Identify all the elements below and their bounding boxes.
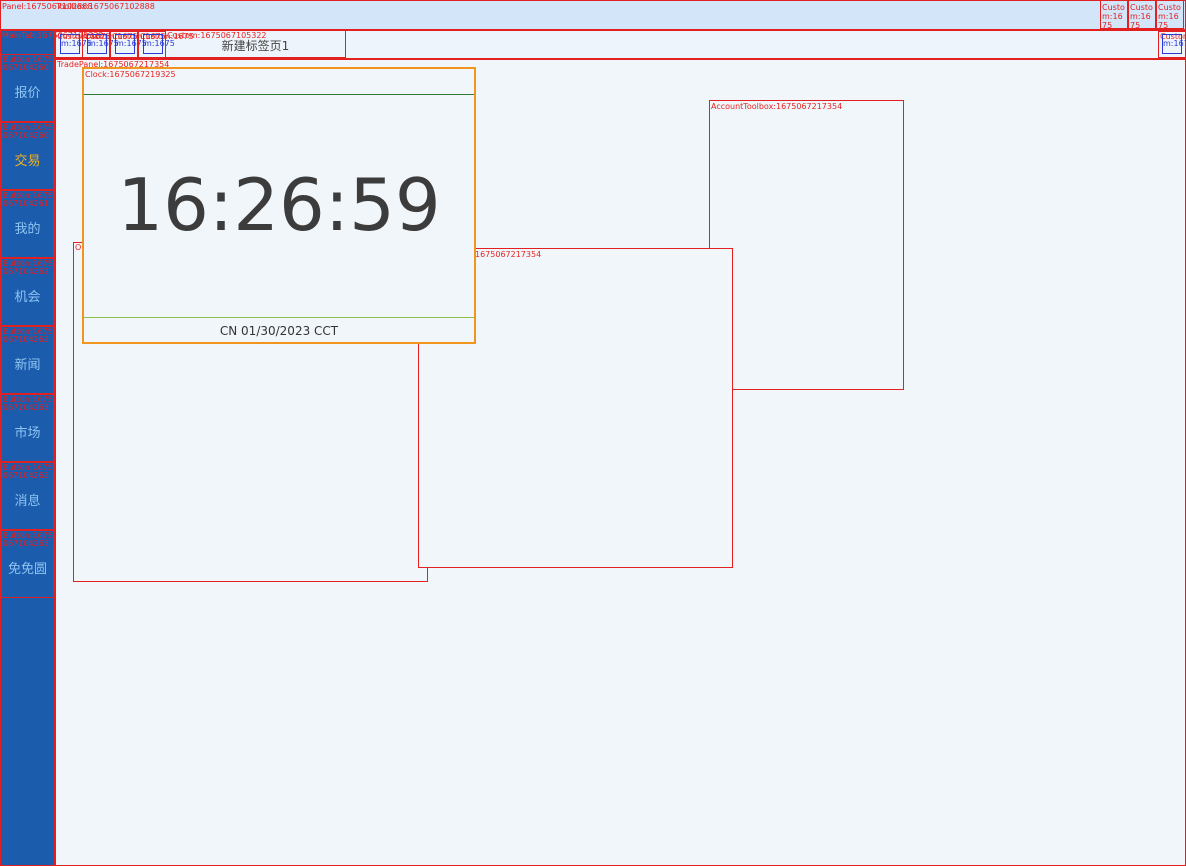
- sidebar-item-mianmianyuan[interactable]: Button:1675067104263 免免圆: [1, 530, 54, 598]
- top-toolbar: Panel:1675067102888 Toolbox:167506710288…: [0, 0, 1186, 30]
- sidebar-item-messages[interactable]: Button:1675067104263 消息: [1, 462, 54, 530]
- tab-right-icon[interactable]: m:1675: [1162, 34, 1186, 54]
- tab-new-tab-1[interactable]: Custom:1675067105322 新建标签页1: [165, 30, 346, 58]
- main-tab-label: MainTab:1675067105322: [2, 31, 104, 40]
- order-panel-label: 1675067217354: [475, 250, 542, 259]
- toolbar-custom-button-3[interactable]: Custom:1675: [1156, 0, 1184, 29]
- sidebar-item-market[interactable]: Button:1675067104263 市场: [1, 394, 54, 462]
- tab-tool-icon-4[interactable]: m:1675: [143, 34, 175, 54]
- toolbar-custom-button-2[interactable]: Custom:1675: [1128, 0, 1156, 29]
- clock-widget[interactable]: Clock:1675067219325 16:26:59 CN 01/30/20…: [82, 67, 476, 344]
- sidebar-item-news[interactable]: Button:1675067104263 新闻: [1, 326, 54, 394]
- clock-top-divider: [84, 94, 474, 95]
- clock-time: 16:26:59: [117, 163, 441, 247]
- account-toolbox-label: AccountToolbox:1675067217354: [711, 102, 843, 111]
- clock-date: CN 01/30/2023 CCT: [219, 324, 339, 338]
- left-panel-label: O: [75, 243, 82, 252]
- sidebar-item-opportunity[interactable]: Button:1675067104262 机会: [1, 258, 54, 326]
- sidebar-item-trade[interactable]: Button:1675067104260 交易: [1, 122, 54, 190]
- clock-bottom-divider: [84, 317, 474, 318]
- toolbox-label: Toolbox:1675067102888: [56, 2, 155, 11]
- tab-tool-icon-3[interactable]: m:1675: [115, 34, 147, 54]
- clock-label: Clock:1675067219325: [85, 70, 176, 79]
- tab1-label: 新建标签页1: [221, 39, 290, 53]
- sidebar-item-mine[interactable]: Button:1675067104261 我的: [1, 190, 54, 258]
- account-toolbox-panel: AccountToolbox:1675067217354: [709, 100, 904, 390]
- toolbar-custom-button-1[interactable]: Custom:1675: [1100, 0, 1128, 29]
- sidebar-item-quotes[interactable]: Button:1675067104260 报价: [1, 54, 54, 122]
